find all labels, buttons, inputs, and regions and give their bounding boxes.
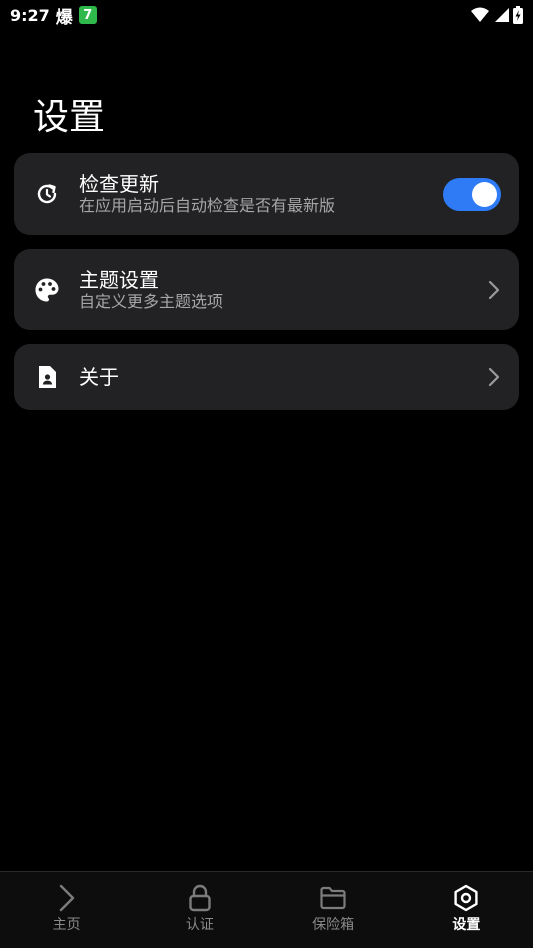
nav-item-auth[interactable]: 认证	[133, 872, 266, 948]
check-update-toggle[interactable]	[443, 177, 501, 211]
about-title: 关于	[79, 365, 119, 389]
status-right	[471, 6, 523, 24]
contact-document-icon	[34, 364, 60, 390]
status-time: 9:27	[10, 5, 50, 25]
check-update-title: 检查更新	[79, 172, 159, 196]
bottom-nav: 主页 认证 保险箱 设置	[0, 871, 533, 948]
battery-charging-icon	[513, 6, 523, 24]
nav-item-vault[interactable]: 保险箱	[267, 872, 400, 948]
status-app-glyph: 爆	[55, 7, 73, 28]
about-card[interactable]: 关于	[14, 344, 519, 410]
chevron-right-icon	[487, 367, 501, 387]
check-update-card[interactable]: 检查更新 在应用启动后自动检查是否有最新版	[14, 153, 519, 235]
update-icon	[34, 181, 60, 207]
theme-settings-subtitle: 自定义更多主题选项	[79, 291, 224, 311]
nav-label-home: 主页	[52, 917, 81, 933]
status-bar: 9:27 爆 7	[0, 0, 533, 30]
nav-label-settings: 设置	[452, 917, 481, 933]
check-update-subtitle: 在应用启动后自动检查是否有最新版	[79, 196, 336, 215]
about-text: 关于	[79, 365, 119, 389]
nav-item-settings[interactable]: 设置	[400, 872, 533, 948]
status-badge-text: 7	[83, 7, 93, 23]
palette-icon	[34, 277, 60, 303]
status-left: 9:27 爆 7	[10, 3, 97, 28]
nav-item-home[interactable]: 主页	[0, 872, 133, 948]
theme-settings-text: 主题设置 自定义更多主题选项	[79, 268, 223, 312]
status-badge: 7	[78, 6, 97, 24]
chevron-right-icon	[487, 280, 501, 300]
folder-icon	[319, 884, 347, 912]
toggle-knob	[472, 181, 497, 207]
theme-settings-card[interactable]: 主题设置 自定义更多主题选项	[14, 249, 519, 330]
check-update-text: 检查更新 在应用启动后自动检查是否有最新版	[79, 172, 335, 216]
lock-icon	[186, 884, 214, 912]
hexagon-settings-icon	[452, 884, 480, 912]
nav-label-auth: 认证	[185, 917, 214, 933]
signal-icon	[495, 8, 509, 22]
page-title: 设置	[33, 97, 106, 138]
theme-settings-title: 主题设置	[79, 267, 159, 292]
nav-label-vault: 保险箱	[312, 917, 355, 933]
chevron-right-icon	[53, 884, 81, 912]
wifi-icon	[471, 7, 489, 22]
